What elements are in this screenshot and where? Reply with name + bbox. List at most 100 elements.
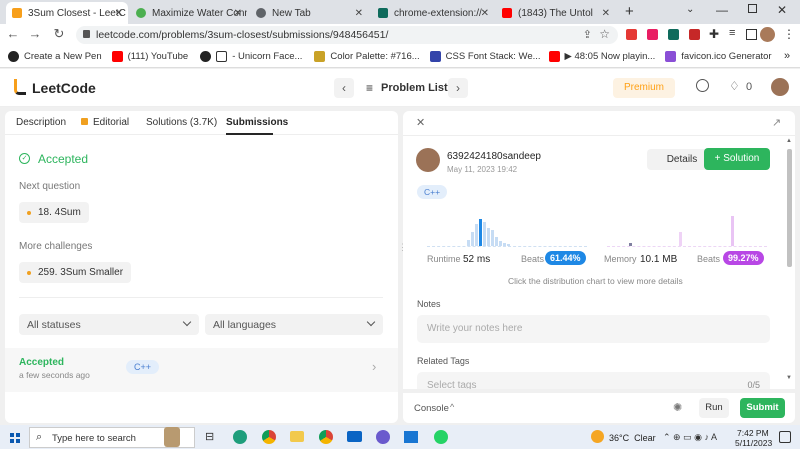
- weather-text[interactable]: 36°C Clear: [609, 433, 656, 443]
- bookmark-item[interactable]: (111) YouTube: [111, 51, 188, 62]
- browser-tab[interactable]: (1843) The Untol ✕: [496, 2, 614, 24]
- back-icon[interactable]: ←: [4, 26, 22, 41]
- next-problem-button[interactable]: ›: [448, 78, 468, 98]
- browser-tab[interactable]: New Tab ✕: [250, 2, 368, 24]
- status-filter-select[interactable]: All statuses: [19, 314, 199, 335]
- bookmarks-overflow-icon[interactable]: »: [784, 50, 790, 62]
- left-panel: Description Editorial Solutions (3.7K) S…: [5, 111, 398, 423]
- bookmark-item[interactable]: Color Palette: #716...: [314, 51, 420, 62]
- open-external-icon[interactable]: ↗: [772, 116, 781, 129]
- run-button[interactable]: Run: [699, 398, 729, 418]
- maximize-icon[interactable]: [748, 4, 757, 13]
- tab-search-icon[interactable]: ⌄: [686, 4, 694, 15]
- file-explorer-icon[interactable]: [290, 431, 304, 442]
- premium-button[interactable]: Premium: [613, 78, 675, 98]
- user-avatar[interactable]: [416, 148, 440, 172]
- windows-start-icon[interactable]: [10, 433, 20, 443]
- bookmark-item[interactable]: favicon.ico Generator: [665, 51, 772, 62]
- tags-select[interactable]: Select tags 0/5: [417, 372, 770, 389]
- browser-tab-bar: 3Sum Closest - LeetC ✕ Maximize Water Co…: [0, 0, 800, 24]
- mail-icon[interactable]: [347, 431, 362, 442]
- scrollbar-thumb[interactable]: [787, 149, 792, 267]
- github-icon: [200, 51, 212, 62]
- extension-favicon-icon: [378, 8, 388, 18]
- language-filter-select[interactable]: All languages: [205, 314, 383, 335]
- bookmark-item[interactable]: - Unicorn Face...: [200, 51, 302, 62]
- bookmark-label: - Unicorn Face...: [232, 51, 303, 62]
- forward-icon[interactable]: →: [26, 26, 44, 41]
- new-tab-icon[interactable]: +: [625, 3, 634, 20]
- problem-list-link[interactable]: Problem List: [381, 82, 448, 94]
- debug-icon[interactable]: ✺: [673, 401, 682, 414]
- notification-icon[interactable]: [779, 431, 791, 443]
- tab-editorial[interactable]: Editorial: [93, 117, 129, 128]
- memory-distribution-chart[interactable]: [607, 215, 767, 247]
- close-icon[interactable]: ✕: [234, 8, 242, 19]
- system-tray-icons[interactable]: ⌃ ⊕ ▭ ◉ ♪ A: [663, 432, 717, 443]
- clock-time[interactable]: 7:42 PM: [737, 428, 769, 438]
- scroll-down-icon[interactable]: ▼: [786, 375, 792, 381]
- notes-input[interactable]: Write your notes here: [417, 315, 770, 343]
- solution-button[interactable]: + Solution: [704, 148, 770, 170]
- status-filter-value: All statuses: [27, 318, 81, 331]
- leetcode-logo-icon[interactable]: [14, 79, 26, 95]
- extension-icon[interactable]: [626, 29, 637, 40]
- puzzle-icon[interactable]: ✚: [709, 27, 719, 41]
- prev-problem-button[interactable]: ‹: [334, 78, 354, 98]
- browser-tab[interactable]: chrome-extension:// ✕: [372, 2, 494, 24]
- task-view-icon[interactable]: ⊟: [205, 430, 214, 443]
- bookmark-item[interactable]: CSS Font Stack: We...: [429, 51, 541, 62]
- clock-date[interactable]: 5/11/2023: [735, 438, 772, 448]
- more-icon[interactable]: ⋮: [783, 27, 795, 41]
- scrollbar[interactable]: ▲ ▼: [786, 138, 792, 385]
- username[interactable]: 6392424180sandeep: [447, 151, 541, 162]
- more-challenge-link[interactable]: 259. 3Sum Smaller: [19, 262, 132, 283]
- star-icon[interactable]: ☆: [599, 27, 610, 41]
- browser-tab[interactable]: Maximize Water Conn ✕: [130, 2, 247, 24]
- alarm-icon[interactable]: [696, 79, 709, 92]
- close-icon[interactable]: ✕: [416, 116, 425, 129]
- next-question-link[interactable]: 18. 4Sum: [19, 202, 89, 223]
- reload-icon[interactable]: ↻: [50, 26, 68, 42]
- taskbar-search-box[interactable]: ⌕ Type here to search: [29, 427, 195, 448]
- user-avatar[interactable]: [771, 78, 789, 96]
- close-icon[interactable]: ✕: [355, 8, 363, 19]
- submission-lang-badge: C++: [126, 360, 160, 374]
- address-bar[interactable]: leetcode.com/problems/3sum-closest/submi…: [76, 26, 618, 44]
- tab-submissions[interactable]: Submissions: [226, 117, 288, 128]
- scroll-up-icon[interactable]: ▲: [786, 138, 792, 144]
- bookmark-label: Color Palette: #716...: [330, 51, 420, 62]
- photos-icon[interactable]: [404, 431, 418, 443]
- close-icon[interactable]: ✕: [602, 8, 610, 19]
- extension-icon[interactable]: [647, 29, 658, 40]
- logo-text[interactable]: LeetCode: [32, 80, 96, 96]
- media-icon[interactable]: ≡: [729, 27, 735, 39]
- close-icon[interactable]: ✕: [481, 8, 489, 19]
- runtime-distribution-chart[interactable]: [427, 215, 587, 247]
- submit-button[interactable]: Submit: [740, 398, 785, 418]
- submission-row[interactable]: Accepted a few seconds ago C++ ›: [5, 348, 398, 392]
- chrome-icon[interactable]: [262, 430, 276, 444]
- extension-icon[interactable]: [668, 29, 679, 40]
- profile-avatar[interactable]: [760, 27, 775, 42]
- submission-status: Accepted: [19, 357, 65, 368]
- bookmark-item[interactable]: Create a New Pen: [8, 51, 102, 62]
- chrome-icon[interactable]: [319, 430, 333, 444]
- sidepanel-icon[interactable]: [746, 29, 757, 40]
- bookmark-item[interactable]: ▶ 48:05 Now playin...: [548, 51, 655, 62]
- flame-icon[interactable]: ♢: [729, 79, 740, 93]
- share-icon[interactable]: ⇪: [583, 28, 592, 41]
- close-icon[interactable]: ✕: [115, 8, 123, 19]
- window-close-icon[interactable]: ✕: [777, 3, 787, 17]
- browser-tab[interactable]: 3Sum Closest - LeetC ✕: [6, 2, 128, 24]
- tab-solutions[interactable]: Solutions (3.7K): [146, 117, 217, 128]
- extension-icon[interactable]: [689, 29, 700, 40]
- leetcode-favicon-icon: [12, 8, 22, 18]
- tab-description[interactable]: Description: [16, 117, 66, 128]
- runtime-value: 52 ms: [463, 254, 491, 265]
- console-toggle[interactable]: Console: [414, 403, 449, 414]
- minimize-icon[interactable]: —: [716, 3, 728, 17]
- app-icon[interactable]: [376, 430, 390, 444]
- edge-icon[interactable]: [233, 430, 247, 444]
- whatsapp-icon[interactable]: [434, 430, 448, 444]
